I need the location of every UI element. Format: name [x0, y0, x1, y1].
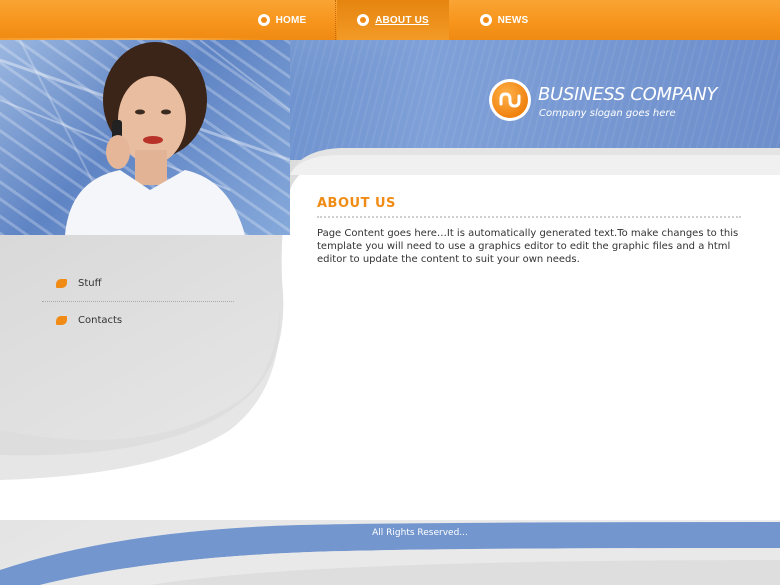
nav-news[interactable]: NEWS	[448, 0, 560, 40]
leaf-bullet-icon	[56, 315, 67, 325]
sidebar-divider	[42, 301, 234, 302]
leaf-bullet-icon	[56, 278, 67, 288]
company-name: BUSINESS COMPANY	[538, 84, 718, 105]
circle-bullet-icon	[257, 14, 270, 26]
nav-news-label: NEWS	[497, 14, 529, 26]
sidebar-item-label: Contacts	[78, 314, 123, 326]
page-content-text: Page Content goes here…It is automatical…	[317, 228, 739, 265]
nav-about-us-label: ABOUT US	[375, 14, 429, 26]
title-divider	[317, 216, 741, 218]
footer-copyright: All Rights Reserved...	[372, 528, 468, 538]
circle-bullet-icon	[357, 14, 370, 26]
nav-about-us[interactable]: ABOUT US	[337, 0, 449, 40]
wave-icon	[499, 92, 521, 108]
circle-bullet-icon	[479, 14, 492, 26]
header-photo	[0, 40, 290, 235]
nav-home-label: HOME	[275, 14, 307, 26]
sidebar-item-contacts[interactable]: Contacts	[56, 312, 122, 328]
nav-home[interactable]: HOME	[226, 0, 338, 40]
header-curve	[290, 148, 780, 175]
sidebar-item-label: Stuff	[78, 277, 102, 289]
sidebar-item-stuff[interactable]: Stuff	[56, 275, 102, 291]
page-title: ABOUT US	[317, 196, 396, 211]
company-logo	[489, 79, 531, 121]
company-slogan: Company slogan goes here	[539, 108, 676, 119]
